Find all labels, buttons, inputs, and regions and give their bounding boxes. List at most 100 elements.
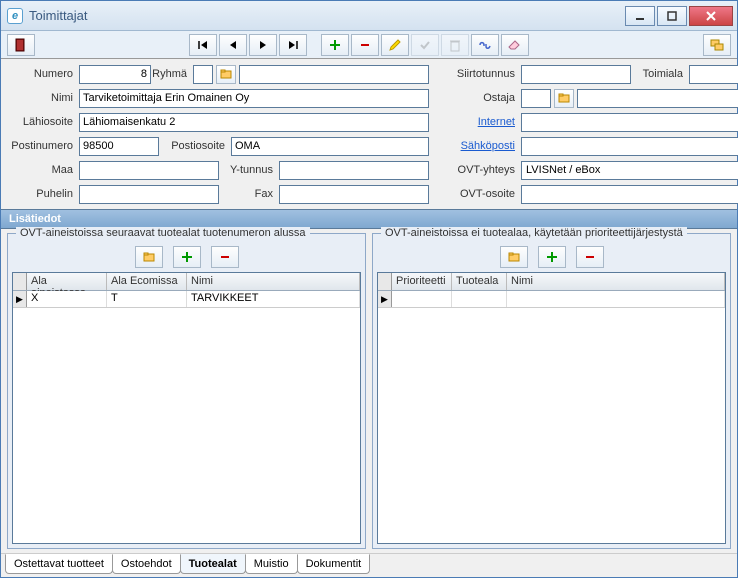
- close-button[interactable]: [689, 6, 733, 26]
- right-add-button[interactable]: [538, 246, 566, 268]
- lahiosoite-input[interactable]: [79, 113, 429, 132]
- exit-button[interactable]: [7, 34, 35, 56]
- app-icon: e: [7, 8, 23, 24]
- puhelin-input[interactable]: [79, 185, 219, 204]
- maximize-button[interactable]: [657, 6, 687, 26]
- grid-right-header-2: Nimi: [507, 273, 725, 290]
- last-button[interactable]: [279, 34, 307, 56]
- sahkoposti-label[interactable]: Sähköposti: [439, 140, 521, 152]
- check-icon: [419, 39, 431, 51]
- grid-right-header-0: Prioriteetti: [392, 273, 452, 290]
- postinumero-input[interactable]: [79, 137, 159, 156]
- maa-input[interactable]: [79, 161, 219, 180]
- next-icon: [258, 40, 268, 50]
- grid-left-header-2: Nimi: [187, 273, 360, 290]
- ryhma-lookup-button[interactable]: [216, 65, 236, 84]
- grid-right-cell: [507, 291, 725, 307]
- ovt-yhteys-label: OVT-yhteys: [439, 164, 521, 176]
- toimiala-input[interactable]: [689, 65, 738, 84]
- nimi-label: Nimi: [9, 92, 79, 104]
- ostaja-lookup-button[interactable]: [554, 89, 574, 108]
- numero-input[interactable]: [79, 65, 151, 84]
- prev-button[interactable]: [219, 34, 247, 56]
- link-button[interactable]: [471, 34, 499, 56]
- folder-icon: [143, 252, 155, 262]
- folder-icon: [558, 93, 570, 103]
- ostaja-label: Ostaja: [439, 92, 521, 104]
- next-button[interactable]: [249, 34, 277, 56]
- ovt-yhteys-select[interactable]: LVISNet / eBox: [521, 161, 738, 180]
- first-icon: [197, 40, 209, 50]
- nimi-input[interactable]: [79, 89, 429, 108]
- group-left: OVT-aineistoissa seuraavat tuotealat tuo…: [7, 233, 366, 549]
- tab-muistio[interactable]: Muistio: [245, 554, 298, 574]
- ostaja-name-input[interactable]: [577, 89, 738, 108]
- edit-button[interactable]: [381, 34, 409, 56]
- plus-icon: [329, 39, 341, 51]
- left-lookup-button[interactable]: [135, 246, 163, 268]
- tab-dokumentit[interactable]: Dokumentit: [297, 554, 371, 574]
- ytunnus-input[interactable]: [279, 161, 429, 180]
- right-lookup-button[interactable]: [500, 246, 528, 268]
- maa-label: Maa: [9, 164, 79, 176]
- plus-icon: [546, 251, 558, 263]
- internet-input[interactable]: [521, 113, 738, 132]
- cascade-button[interactable]: [703, 34, 731, 56]
- minimize-icon: [635, 11, 645, 21]
- ostaja-input[interactable]: [521, 89, 551, 108]
- row-marker: ▶: [378, 291, 392, 307]
- grid-left-header-0: Ala aineistossa: [27, 273, 107, 290]
- minus-icon: [219, 251, 231, 263]
- postiosoite-label: Postiosoite: [159, 140, 231, 152]
- table-row[interactable]: ▶: [378, 291, 725, 308]
- tabs: Ostettavat tuotteet Ostoehdot Tuotealat …: [1, 553, 737, 577]
- last-icon: [287, 40, 299, 50]
- row-marker-head: [13, 273, 27, 290]
- numero-label: Numero: [9, 68, 79, 80]
- sahkoposti-input[interactable]: [521, 137, 738, 156]
- group-left-label: OVT-aineistoissa seuraavat tuotealat tuo…: [16, 227, 310, 239]
- table-row[interactable]: ▶ X T TARVIKKEET: [13, 291, 360, 308]
- erase-button[interactable]: [501, 34, 529, 56]
- ryhma-input[interactable]: [193, 65, 213, 84]
- ryhma-name-input[interactable]: [239, 65, 429, 84]
- folder-icon: [220, 69, 232, 79]
- grid-left-cell: T: [107, 291, 187, 307]
- door-icon: [15, 38, 27, 52]
- tab-tuotealat[interactable]: Tuotealat: [180, 554, 246, 574]
- tab-ostettavat-tuotteet[interactable]: Ostettavat tuotteet: [5, 554, 113, 574]
- prev-icon: [228, 40, 238, 50]
- left-add-button[interactable]: [173, 246, 201, 268]
- fax-input[interactable]: [279, 185, 429, 204]
- tab-ostoehdot[interactable]: Ostoehdot: [112, 554, 181, 574]
- minimize-button[interactable]: [625, 6, 655, 26]
- postinumero-label: Postinumero: [9, 140, 79, 152]
- grid-right[interactable]: Prioriteetti Tuoteala Nimi ▶: [377, 272, 726, 544]
- fax-label: Fax: [219, 188, 279, 200]
- first-button[interactable]: [189, 34, 217, 56]
- right-remove-button[interactable]: [576, 246, 604, 268]
- titlebar: e Toimittajat: [1, 1, 737, 31]
- section-header: Lisätiedot: [1, 209, 737, 229]
- group-right: OVT-aineistoissa ei tuotealaa, käytetään…: [372, 233, 731, 549]
- toimiala-label: Toimiala: [631, 68, 689, 80]
- toolbar: [1, 31, 737, 59]
- internet-label[interactable]: Internet: [439, 116, 521, 128]
- minus-icon: [359, 39, 371, 51]
- grid-right-cell: [392, 291, 452, 307]
- grid-right-cell: [452, 291, 507, 307]
- group-right-label: OVT-aineistoissa ei tuotealaa, käytetään…: [381, 227, 687, 239]
- pencil-icon: [388, 38, 402, 52]
- maximize-icon: [667, 11, 677, 21]
- siirtotunnus-input[interactable]: [521, 65, 631, 84]
- remove-button[interactable]: [351, 34, 379, 56]
- add-button[interactable]: [321, 34, 349, 56]
- left-remove-button[interactable]: [211, 246, 239, 268]
- postiosoite-input[interactable]: [231, 137, 429, 156]
- lahiosoite-label: Lähiosoite: [9, 116, 79, 128]
- grid-left[interactable]: Ala aineistossa Ala Ecomissa Nimi ▶ X T …: [12, 272, 361, 544]
- ovt-osoite-input[interactable]: [521, 185, 738, 204]
- grid-left-cell: TARVIKKEET: [187, 291, 360, 307]
- grid-left-body: ▶ X T TARVIKKEET: [13, 291, 360, 543]
- close-icon: [705, 10, 717, 22]
